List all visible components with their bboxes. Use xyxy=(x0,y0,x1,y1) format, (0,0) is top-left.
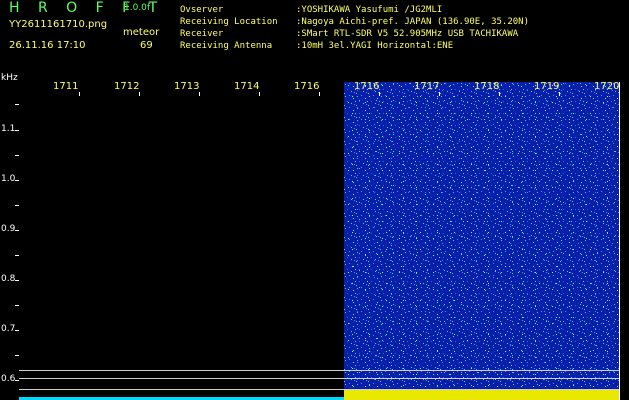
detection-count: 69 xyxy=(140,40,153,51)
y-tick-mark xyxy=(15,255,19,256)
info-value: :Nagoya Aichi-pref. JAPAN (136.90E, 35.2… xyxy=(296,17,529,27)
y-tick-mark xyxy=(15,155,19,156)
info-row-receiver: Receiver :SMart RTL-SDR V5 52.905MHz USB … xyxy=(180,29,518,39)
info-row-antenna: Receiving Antenna :10mH 3el.YAGI Horizont… xyxy=(180,41,453,51)
y-tick-mark xyxy=(15,330,19,331)
baseline-line xyxy=(19,389,619,390)
baseline-line xyxy=(19,378,619,379)
y-tick-label: 1.1 xyxy=(1,124,16,134)
baseline-line xyxy=(19,370,619,371)
x-tick-mark xyxy=(319,92,320,96)
x-tick-label: 1717 xyxy=(414,81,440,92)
info-key: Ovserver xyxy=(180,5,224,15)
info-value: :YOSHIKAWA Yasufumi /JG2MLI xyxy=(296,5,443,15)
spectrogram-noise xyxy=(344,82,619,389)
x-tick-mark xyxy=(499,92,500,96)
mode-label: meteor xyxy=(123,27,160,38)
date-time: 26.11.16 17:10 xyxy=(9,40,86,51)
info-key: Receiving Location xyxy=(180,17,278,27)
x-tick-mark xyxy=(79,92,80,96)
app-version: 1.0.0f xyxy=(124,3,151,13)
x-tick-mark xyxy=(199,92,200,96)
spectrogram-band xyxy=(344,389,619,400)
x-tick-label: 1716 xyxy=(294,81,320,92)
x-tick-mark xyxy=(379,92,380,96)
info-row-observer: Ovserver :YOSHIKAWA Yasufumi /JG2MLI xyxy=(180,5,442,15)
y-tick-mark xyxy=(15,305,19,306)
x-tick-mark xyxy=(439,92,440,96)
x-tick-label: 1716 xyxy=(354,81,380,92)
spectrogram-panel xyxy=(344,82,619,389)
x-tick-label: 1712 xyxy=(114,81,140,92)
x-tick-mark xyxy=(559,92,560,96)
x-tick-mark xyxy=(259,92,260,96)
y-tick-mark xyxy=(15,205,19,206)
x-tick-label: 1719 xyxy=(534,81,560,92)
x-tick-label: 1718 xyxy=(474,81,500,92)
info-value: :10mH 3el.YAGI Horizontal:ENE xyxy=(296,41,454,51)
y-tick-mark xyxy=(15,104,19,105)
x-tick-mark xyxy=(139,92,140,96)
y-tick-mark xyxy=(15,355,19,356)
y-tick-label: 0.9 xyxy=(1,224,16,234)
y-tick-label: 0.7 xyxy=(1,324,16,334)
y-tick-mark xyxy=(15,280,19,281)
x-tick-label: 1714 xyxy=(234,81,260,92)
file-name: YY2611161710.png xyxy=(9,19,108,30)
y-tick-mark xyxy=(15,380,19,381)
y-tick-mark xyxy=(15,130,19,131)
x-tick-label: 1713 xyxy=(174,81,200,92)
y-tick-mark xyxy=(15,230,19,231)
y-axis-unit: kHz xyxy=(1,73,18,83)
info-key: Receiving Antenna xyxy=(180,41,273,51)
y-tick-label: 1.0 xyxy=(1,174,16,184)
y-tick-label: 0.6 xyxy=(1,374,16,384)
plot-right-border xyxy=(619,82,620,400)
y-tick-mark xyxy=(15,180,19,181)
info-key: Receiver xyxy=(180,29,224,39)
y-tick-label: 0.8 xyxy=(1,274,16,284)
x-tick-label: 1711 xyxy=(53,81,79,92)
info-value: :SMart RTL-SDR V5 52.905MHz USB TACHIKAW… xyxy=(296,29,519,39)
x-tick-label: 1720 xyxy=(594,81,620,92)
info-row-location: Receiving Location :Nagoya Aichi-pref. JA… xyxy=(180,17,529,27)
